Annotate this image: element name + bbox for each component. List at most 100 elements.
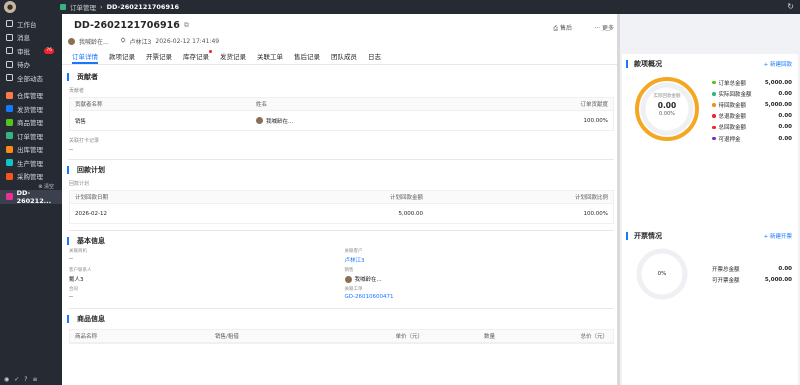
person-name: 我喊龄在... [266, 118, 294, 125]
legend-dot [712, 136, 716, 141]
production-icon [6, 159, 13, 167]
sidebar-item-workbench[interactable]: 工作台 [0, 17, 62, 31]
legend-value: 0.00 [778, 90, 792, 97]
legend-value: 0.00 [778, 135, 792, 142]
breadcrumb-separator: › [100, 3, 103, 11]
invoice-label: 可开票金额 [712, 277, 740, 284]
column-header: 单价（元） [395, 334, 423, 340]
table-header: 计划回款日期 计划回款金额 计划回款比例 [70, 191, 613, 204]
legend-row: 实际回款金额 0.00 [712, 88, 792, 99]
sidebar: 工作台 消息 审批 76 待办 全部动态 仓库管理 发货管理 商品管理 订单管理 … [0, 14, 62, 385]
sidebar-item-label: 生产管理 [17, 159, 43, 168]
sidebar-item-label: 发货管理 [17, 105, 43, 114]
column-header: 贡献者名称 [75, 102, 103, 108]
sidebar-item-messages[interactable]: 消息 [0, 31, 62, 45]
column-header: 销售/租借 [215, 334, 239, 340]
invoice-card: 开票情况 + 新建开票 0% 开票总金额 0.00 可开票金额 5,000.00 [622, 226, 798, 385]
invoice-ring-percent: 0% [657, 271, 667, 277]
customer-name[interactable]: 卢林江3 [130, 37, 152, 46]
contributors-section-title: 贡献者 [67, 73, 620, 81]
field-label: 关联工单 [344, 287, 363, 292]
more-button[interactable]: ··· 更多 [594, 23, 614, 32]
sidebar-item-label: 订单管理 [17, 132, 43, 141]
sidebar-item-label: 出库管理 [17, 146, 43, 155]
column-header: 商品名称 [75, 334, 98, 340]
plan-amount: 5,000.00 [398, 210, 424, 217]
table-row: 销售 我喊龄在... 100.00% [70, 111, 613, 130]
field-value: -- [69, 294, 73, 300]
todo-icon [6, 60, 13, 68]
tab-team[interactable]: 团队成员 [331, 51, 357, 64]
sidebar-item-products[interactable]: 商品管理 [0, 116, 62, 130]
column-header: 订单贡献度 [580, 102, 608, 108]
notification-dot [209, 50, 212, 53]
tab-payments[interactable]: 款项记录 [109, 51, 135, 64]
user-icon[interactable]: ◉ [4, 376, 9, 383]
owner-name[interactable]: 我喊龄在... [79, 37, 109, 46]
open-tab-label: DD-260212... [16, 188, 52, 205]
refresh-icon[interactable]: ↻ [787, 2, 794, 11]
sidebar-open-tab[interactable]: DD-260212... [0, 188, 62, 205]
breadcrumb-module[interactable]: 订单管理 [70, 2, 96, 12]
sidebar-item-shipping[interactable]: 发货管理 [0, 102, 62, 116]
tab-shipping[interactable]: 发货记录 [220, 51, 246, 64]
new-invoice-button[interactable]: + 新建开票 [764, 232, 792, 240]
after-sale-button[interactable]: ⎙ 售后 [553, 23, 572, 33]
invoice-row: 开票总金额 0.00 [712, 263, 792, 274]
sidebar-item-outbound[interactable]: 出库管理 [0, 143, 62, 157]
checkin-records-value: -- [69, 147, 73, 153]
menu-icon[interactable]: ≡ [32, 376, 37, 383]
field-value: 戴人3 [69, 277, 84, 283]
customer-icon: ⛭ [120, 37, 126, 44]
approval-count-badge: 76 [44, 47, 54, 54]
divider [68, 308, 614, 309]
sidebar-item-purchase[interactable]: 采购管理 [0, 170, 62, 184]
divider [68, 159, 614, 160]
column-header: 计划回款比例 [574, 195, 608, 201]
sidebar-item-warehouse[interactable]: 仓库管理 [0, 89, 62, 103]
ring-value: 0.00 [657, 101, 677, 110]
field-label: 销售 [344, 268, 354, 273]
basic-info-left: 关联商机 -- 客户联系人 戴人3 合同 -- [69, 245, 345, 302]
sidebar-item-orders[interactable]: 订单管理 [0, 129, 62, 143]
sidebar-item-approval[interactable]: 审批 76 [0, 44, 62, 58]
warehouse-icon [6, 91, 13, 99]
sidebar-item-label: 仓库管理 [17, 92, 43, 101]
basic-info-grid: 关联商机 -- 客户联系人 戴人3 合同 -- 关联客户 卢林江3 销售 我喊龄… [62, 245, 620, 302]
legend-dot [712, 114, 716, 118]
sidebar-item-production[interactable]: 生产管理 [0, 156, 62, 170]
sales-avatar [344, 275, 352, 283]
tab-inventory[interactable]: 库存记录 [183, 50, 212, 64]
basic-info-section-title: 基本信息 [67, 237, 620, 245]
order-meta: 我喊龄在... ⛭ 卢林江3 2026-02-12 17:41:49 [62, 36, 620, 46]
legend-label: 可退押金 [718, 136, 741, 143]
detail-tabs: 订单详情 款项记录 开票记录 库存记录 发货记录 关联工单 售后记录 团队成员 … [62, 50, 620, 65]
funds-card: 款项概况 + 新建回款 实际回款金额 0.00 0.00% 订单总金额 5,000… [622, 54, 798, 234]
work-order-link[interactable]: GD-26010600471 [345, 294, 621, 302]
check-icon[interactable]: ✓ [14, 376, 19, 383]
payment-plan-label: 回款计划 [69, 181, 90, 187]
tab-work-orders[interactable]: 关联工单 [257, 51, 283, 64]
sidebar-item-activity[interactable]: 全部动态 [0, 71, 62, 85]
product-table: 商品名称 销售/租借 单价（元） 数量 总价（元） [69, 329, 614, 344]
new-payment-button[interactable]: + 新建回款 [764, 60, 792, 68]
help-icon[interactable]: ? [24, 376, 27, 383]
user-avatar[interactable]: ● [4, 1, 16, 13]
page-header: DD-2602121706916 ⧉ ⎙ 售后 ··· 更多 [62, 14, 620, 36]
customer-link[interactable]: 卢林江3 [345, 256, 621, 264]
plan-date: 2026-02-12 [75, 210, 107, 217]
tab-after-sale[interactable]: 售后记录 [294, 51, 320, 64]
invoice-value: 5,000.00 [764, 276, 792, 283]
page-title: DD-2602121706916 [74, 19, 180, 31]
copy-icon[interactable]: ⧉ [184, 21, 189, 30]
contributors-table: 贡献者名称 姓名 订单贡献度 销售 我喊龄在... 100.00% [69, 97, 614, 131]
sidebar-item-todo[interactable]: 待办 [0, 58, 62, 72]
column-header: 数量 [483, 334, 495, 340]
table-header: 商品名称 销售/租借 单价（元） 数量 总价（元） [70, 330, 613, 343]
contributor-role: 销售 [75, 118, 87, 125]
tab-invoices[interactable]: 开票记录 [146, 51, 172, 64]
tab-log[interactable]: 日志 [368, 51, 381, 64]
legend-row: 可退押金 0.00 [712, 133, 792, 144]
tab-order-detail[interactable]: 订单详情 [72, 51, 98, 64]
sidebar-item-label: 审批 [17, 47, 30, 56]
